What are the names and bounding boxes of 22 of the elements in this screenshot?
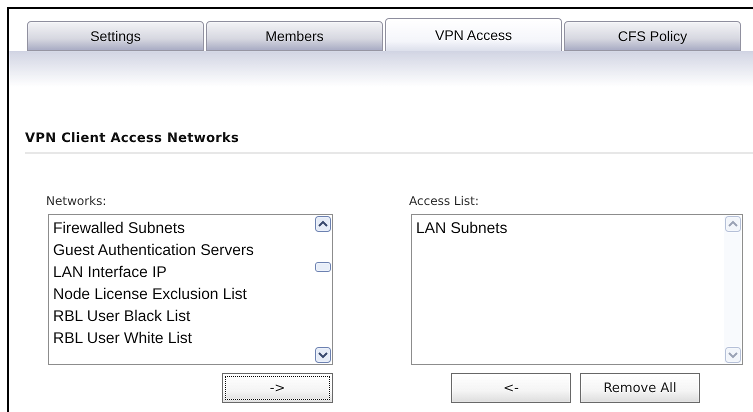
section-title: VPN Client Access Networks	[25, 131, 753, 154]
list-item[interactable]: Node License Exclusion List	[53, 284, 314, 306]
list-label: Access List:	[409, 194, 480, 208]
list-item[interactable]: LAN Interface IP	[53, 262, 314, 284]
move-button[interactable]: ->	[222, 373, 333, 403]
list-item[interactable]: LAN Subnets	[416, 218, 724, 240]
scroll-down-icon[interactable]	[315, 347, 331, 363]
list-item[interactable]: Firewalled Subnets	[53, 218, 314, 240]
scrollbar-thumb[interactable]	[315, 262, 331, 272]
list-item[interactable]: Guest Authentication Servers	[53, 240, 314, 262]
list-box[interactable]: LAN Subnets	[411, 214, 743, 365]
remove-all-button[interactable]: Remove All	[580, 373, 700, 403]
tab[interactable]: CFS Policy	[564, 21, 741, 51]
scroll-up-icon[interactable]	[315, 216, 331, 232]
list-box[interactable]: Firewalled Subnets Guest Authentication Servers LAN Interface IP Node License Exclusion List RBL User Black List RBL User White List	[48, 214, 333, 365]
list-item[interactable]: RBL User Black List	[53, 306, 314, 328]
tab[interactable]: Settings	[27, 21, 204, 51]
list-label: Networks:	[46, 194, 108, 208]
tab[interactable]: VPN Access	[385, 18, 562, 51]
tab[interactable]: Members	[206, 21, 383, 51]
move-button[interactable]: <-	[451, 373, 571, 403]
list-item[interactable]: RBL User White List	[53, 328, 314, 350]
